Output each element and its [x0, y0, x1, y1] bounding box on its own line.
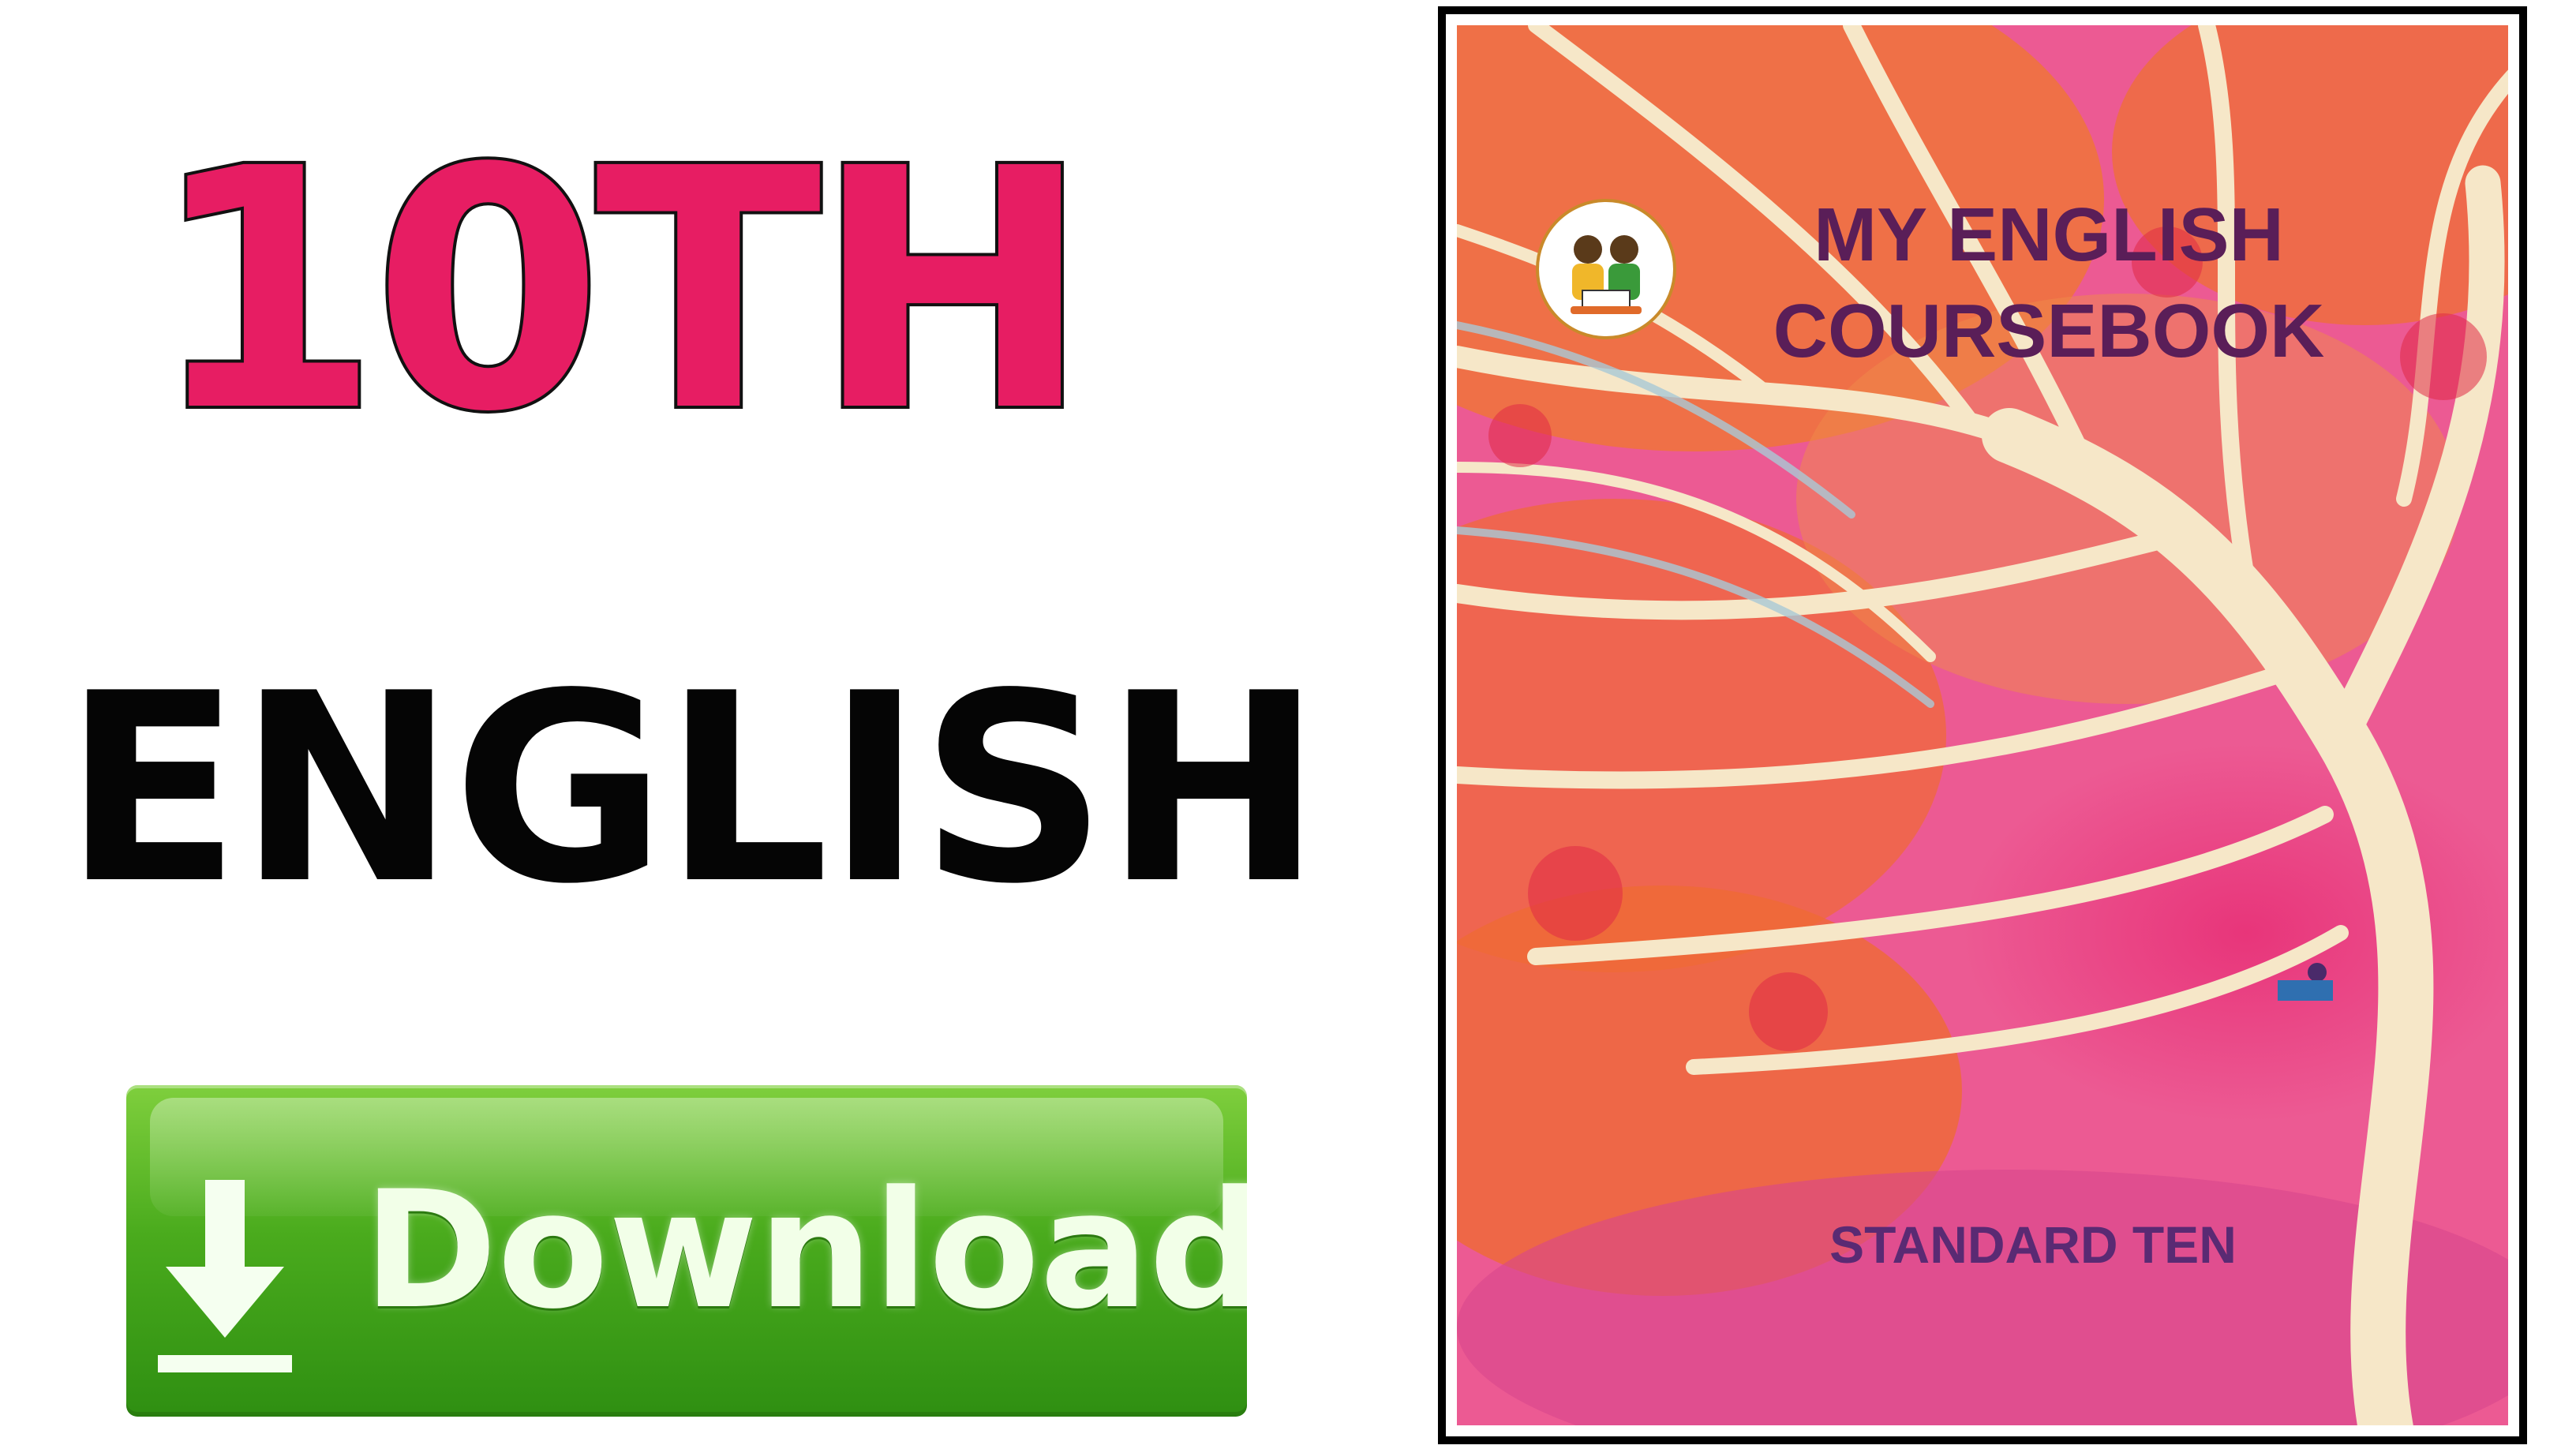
book-title: MY ENGLISH COURSEBOOK [1773, 193, 2325, 373]
download-button[interactable]: Download [126, 1085, 1247, 1417]
book-cover: MY ENGLISH COURSEBOOK STANDARD TEN [1438, 6, 2527, 1444]
download-label: Download [363, 1157, 1247, 1345]
cover-illustration: MY ENGLISH COURSEBOOK STANDARD TEN [1457, 25, 2508, 1425]
textbook-emblem [1536, 199, 1676, 339]
book-standard: STANDARD TEN [1829, 1215, 2237, 1274]
grade-heading: 10TH [147, 99, 1094, 485]
subject-heading: ENGLISH [63, 638, 1322, 941]
download-arrow-icon [158, 1180, 292, 1372]
children-reading-icon [1571, 235, 1642, 314]
